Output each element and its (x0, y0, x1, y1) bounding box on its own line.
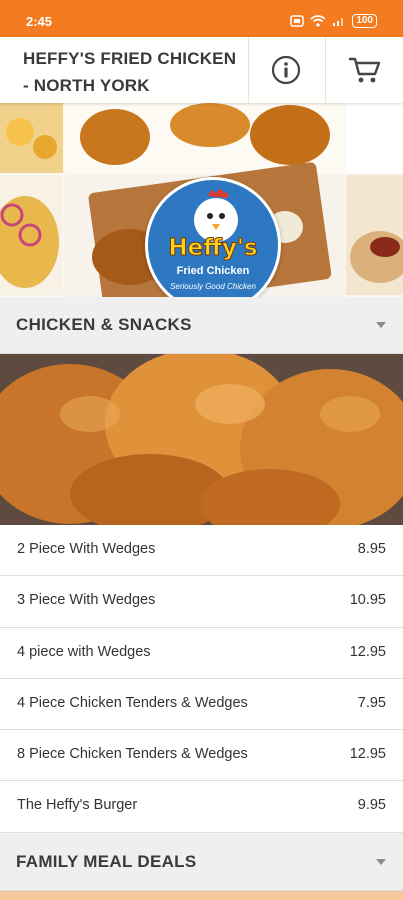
menu-item[interactable]: The Heffy's Burger 9.95 (0, 781, 403, 833)
signal-icon (333, 18, 344, 26)
item-name: 2 Piece With Wedges (17, 541, 156, 557)
chicken-mascot-icon (194, 189, 238, 242)
logo-tagline: Seriously Good Chicken (170, 282, 256, 291)
logo-subtitle: Fried Chicken (176, 265, 250, 277)
item-price: 7.95 (357, 694, 386, 711)
menu-item[interactable]: 4 Piece Chicken Tenders & Wedges 7.95 (0, 678, 403, 731)
item-price: 12.95 (349, 746, 386, 763)
cart-button[interactable] (325, 37, 403, 103)
info-button[interactable] (248, 37, 322, 103)
status-bar: 2:45 100 (0, 0, 403, 37)
notification-icon (290, 15, 305, 27)
battery-icon: 100 (352, 14, 377, 28)
menu-item[interactable]: 4 piece with Wedges 12.95 (0, 627, 403, 679)
item-price: 10.95 (349, 592, 386, 609)
section-photo-family-meal (0, 891, 403, 900)
item-price: 8.95 (357, 541, 386, 557)
menu-item[interactable]: 8 Piece Chicken Tenders & Wedges 12.95 (0, 730, 403, 782)
restaurant-logo: Heffy's Fried Chicken Seriously Good Chi… (145, 177, 281, 297)
section-photo-fried-chicken (0, 354, 403, 525)
wifi-icon (310, 15, 326, 27)
app-header: HEFFY'S FRIED CHICKEN - NORTH YORK (0, 37, 403, 103)
status-time: 2:45 (26, 14, 53, 29)
item-name: The Heffy's Burger (17, 797, 138, 814)
cart-icon (348, 57, 380, 83)
info-icon (271, 55, 300, 85)
chevron-down-icon (376, 859, 386, 865)
section-header-family-meal-deals[interactable]: FAMILY MEAL DEALS (0, 834, 403, 891)
section-title: FAMILY MEAL DEALS (16, 852, 197, 871)
item-price: 9.95 (357, 797, 386, 814)
restaurant-title: HEFFY'S FRIED CHICKEN - NORTH YORK (23, 49, 237, 95)
logo-name: Heffy's (168, 235, 258, 262)
item-price: 12.95 (349, 643, 386, 660)
menu-item[interactable]: 2 Piece With Wedges 8.95 (0, 525, 403, 577)
item-name: 4 Piece Chicken Tenders & Wedges (17, 694, 248, 711)
menu-list: 2 Piece With Wedges 8.95 3 Piece With We… (0, 525, 403, 833)
section-header-chicken-snacks[interactable]: CHICKEN & SNACKS (0, 297, 403, 354)
item-name: 4 piece with Wedges (17, 643, 151, 660)
section-title: CHICKEN & SNACKS (16, 315, 192, 334)
chevron-down-icon (376, 322, 386, 328)
item-name: 8 Piece Chicken Tenders & Wedges (17, 746, 248, 763)
menu-item[interactable]: 3 Piece With Wedges 10.95 (0, 576, 403, 628)
item-name: 3 Piece With Wedges (17, 592, 156, 609)
status-icons: 100 (290, 14, 377, 28)
